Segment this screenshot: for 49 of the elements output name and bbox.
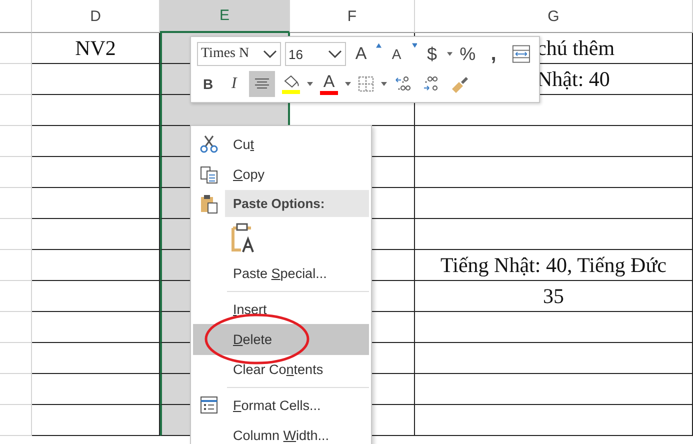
menu-heading: Paste Options: bbox=[225, 190, 369, 218]
chevron-icon bbox=[262, 50, 277, 58]
font-color-button[interactable]: A bbox=[317, 71, 341, 97]
column-header[interactable]: F bbox=[290, 0, 415, 33]
paste-keep-text-icon[interactable] bbox=[231, 222, 257, 254]
font-size-dropdown[interactable]: 16 bbox=[284, 42, 346, 66]
scissors-icon bbox=[200, 135, 218, 154]
grow-font-button[interactable]: A bbox=[350, 41, 372, 67]
select-all-corner[interactable] bbox=[0, 0, 32, 33]
menu-item[interactable]: Cut bbox=[225, 129, 369, 160]
caret-icon bbox=[381, 82, 387, 86]
up-triangle-icon bbox=[376, 43, 382, 48]
column-header[interactable]: E bbox=[160, 0, 290, 33]
down-triangle-icon bbox=[412, 43, 418, 48]
borders-icon bbox=[358, 76, 374, 92]
align-center-icon bbox=[254, 77, 270, 91]
paintbrush-icon bbox=[450, 75, 470, 93]
paint-bucket-icon bbox=[282, 74, 300, 88]
table-cell: NV2 bbox=[32, 33, 160, 64]
currency-button[interactable]: $ bbox=[421, 41, 444, 67]
format-cells-icon bbox=[200, 396, 218, 414]
font-color-letter: A bbox=[323, 73, 335, 90]
table-cell: 35 bbox=[415, 281, 693, 312]
menu-item[interactable]: Paste Special... bbox=[225, 258, 369, 289]
menu-item[interactable]: Delete bbox=[193, 324, 369, 355]
comma-button[interactable]: , bbox=[482, 41, 505, 67]
percent-button[interactable]: % bbox=[456, 41, 479, 67]
caret-icon bbox=[447, 52, 453, 56]
clipboard-icon bbox=[200, 194, 218, 214]
column-header[interactable]: G bbox=[415, 0, 693, 33]
font-dropdown[interactable]: Times N bbox=[197, 42, 281, 66]
copy-icon bbox=[200, 166, 218, 184]
menu-item[interactable]: Copy bbox=[225, 159, 369, 190]
table-cell: Tiếng Nhật: 40, Tiếng Đức bbox=[415, 250, 693, 281]
align-center-button[interactable] bbox=[249, 71, 275, 97]
caret-icon bbox=[307, 82, 313, 86]
merge-icon bbox=[512, 44, 530, 64]
menu-item[interactable]: Format Cells... bbox=[225, 390, 369, 421]
column-header[interactable]: D bbox=[32, 0, 160, 33]
italic-button[interactable]: I bbox=[223, 71, 245, 97]
caret-icon bbox=[345, 82, 351, 86]
decrease-decimal-icon bbox=[422, 75, 440, 93]
menu-item[interactable]: Column Width... bbox=[225, 420, 369, 444]
chevron-icon bbox=[328, 50, 342, 58]
menu-item[interactable]: Clear Contents bbox=[225, 354, 369, 386]
increase-decimal-icon bbox=[394, 75, 412, 93]
shrink-font-button[interactable]: A bbox=[386, 41, 408, 67]
bold-button[interactable]: B bbox=[197, 71, 219, 97]
menu-item[interactable]: Insert bbox=[225, 294, 369, 324]
